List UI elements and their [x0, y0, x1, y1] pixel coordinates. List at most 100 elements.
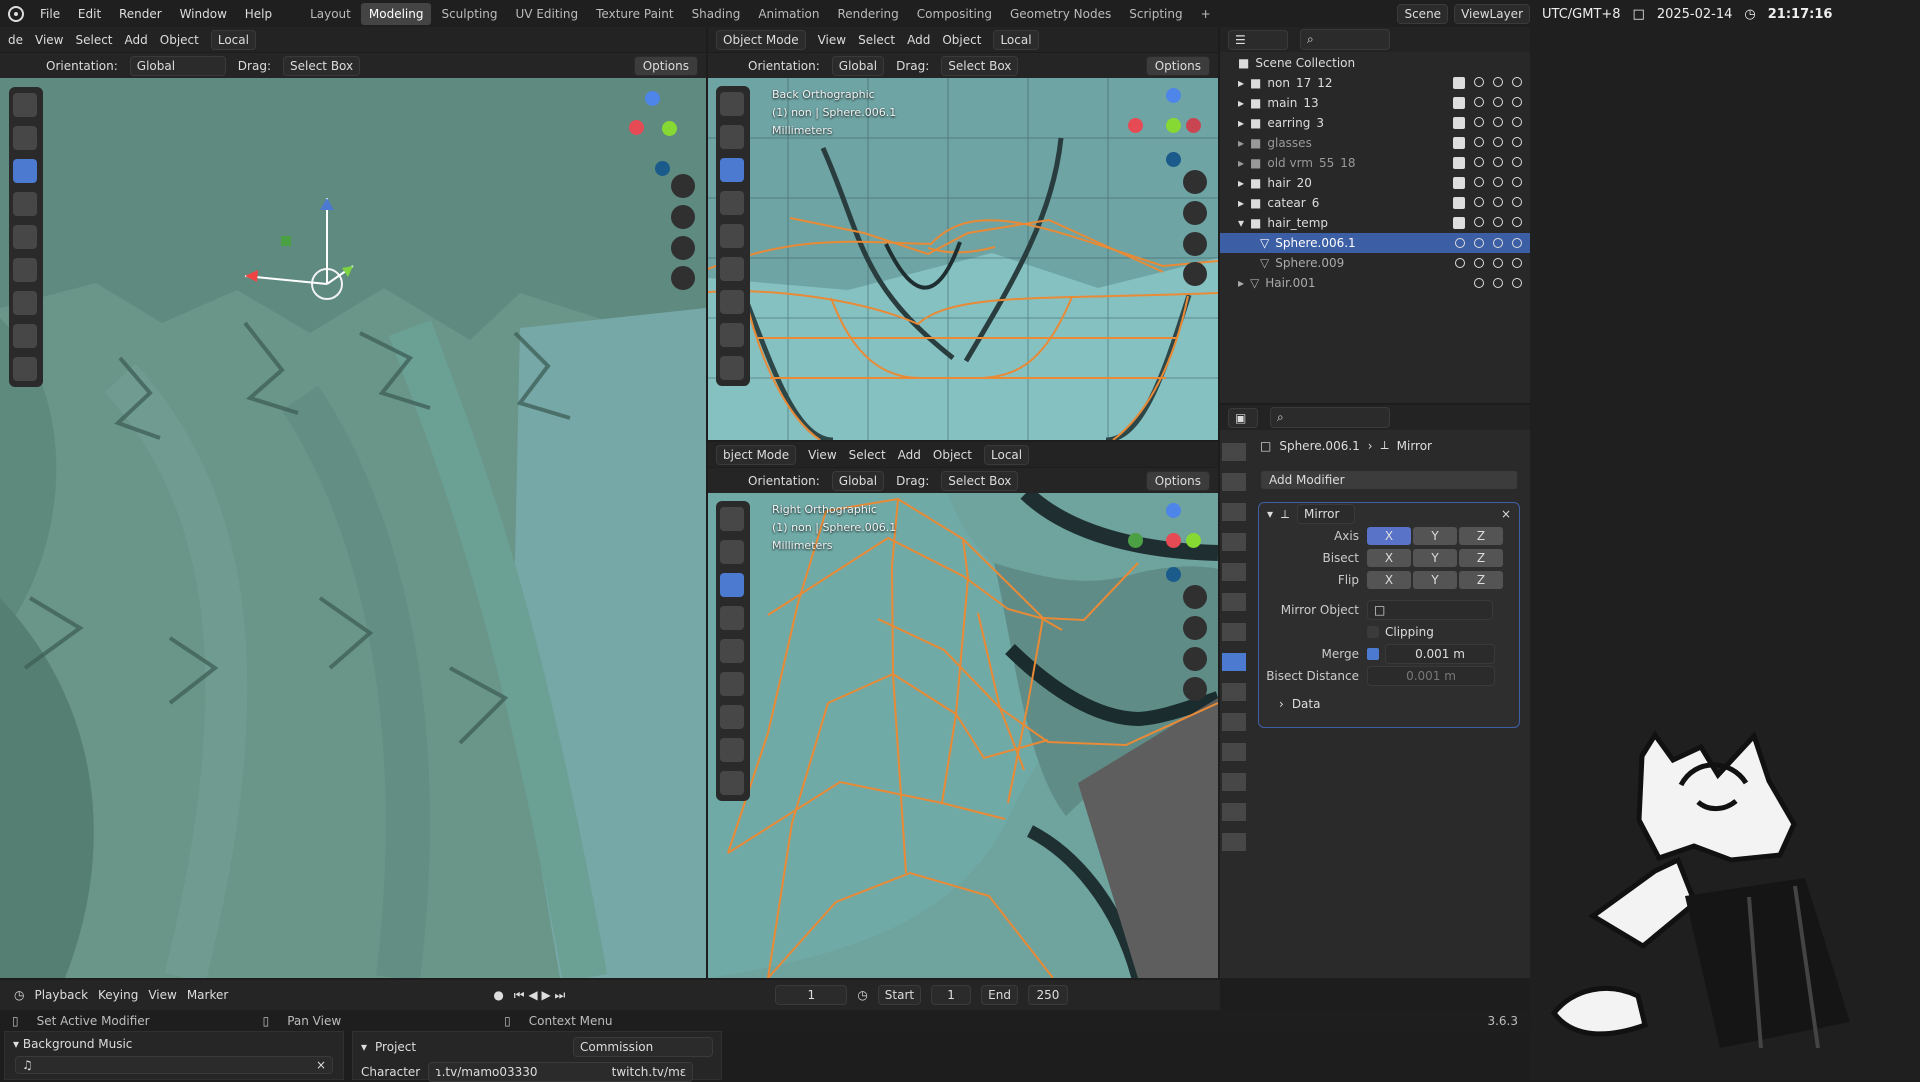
eye-icon[interactable]: [1493, 117, 1503, 127]
pointer-icon[interactable]: [1474, 157, 1484, 167]
options-button[interactable]: Options: [633, 55, 698, 76]
right-add-cube-tool-icon[interactable]: [720, 771, 744, 795]
data-tab-icon[interactable]: [1222, 773, 1246, 791]
bottom-right-orientation-dropdown[interactable]: Global: [831, 470, 885, 491]
right-x-axis-dot[interactable]: [1166, 533, 1181, 548]
axis-z-toggle[interactable]: Z: [1459, 527, 1503, 545]
outliner-row-non[interactable]: ▸ ■ non 17 12: [1220, 73, 1530, 93]
tab-geometry-nodes[interactable]: Geometry Nodes: [1002, 3, 1119, 25]
eye-icon[interactable]: [1493, 157, 1503, 167]
measure-tool-icon[interactable]: [13, 324, 37, 348]
marker-menu[interactable]: Marker: [187, 988, 228, 1002]
right-y-axis-dot[interactable]: [1186, 533, 1201, 548]
right-ortho-gizmo[interactable]: [1128, 503, 1201, 582]
right-camera-icon[interactable]: [1183, 647, 1207, 671]
bottom-right-object-menu[interactable]: Object: [933, 448, 972, 462]
top-right-orientation-dropdown[interactable]: Global: [831, 55, 885, 76]
view-layer-tab-icon[interactable]: [1222, 533, 1246, 551]
pointer-icon[interactable]: [1474, 97, 1484, 107]
constraints-tab-icon[interactable]: [1222, 743, 1246, 761]
drag-dropdown[interactable]: Select Box: [282, 55, 361, 76]
camera-icon[interactable]: [1512, 137, 1522, 147]
bottom-right-view-menu[interactable]: View: [808, 448, 836, 462]
data-subpanel[interactable]: › Data: [1259, 693, 1519, 715]
left-3d-viewport[interactable]: [0, 78, 706, 978]
eye-icon[interactable]: [1493, 217, 1503, 227]
top-right-add-menu[interactable]: Add: [907, 33, 930, 47]
right-grid-icon[interactable]: [1183, 677, 1207, 701]
particles-tab-icon[interactable]: [1222, 683, 1246, 701]
back-zoom-icon[interactable]: [1183, 170, 1207, 194]
collection-tab-icon[interactable]: [1222, 623, 1246, 641]
pointer-icon[interactable]: [1474, 258, 1484, 268]
end-frame-field[interactable]: 250: [1027, 985, 1068, 1005]
back-x-axis-dot[interactable]: [1128, 118, 1143, 133]
bottom-right-local-dropdown[interactable]: Local: [984, 444, 1030, 465]
checkbox-icon[interactable]: [1453, 177, 1465, 189]
y-axis-dot[interactable]: [662, 121, 677, 136]
keying-menu[interactable]: Keying: [98, 988, 138, 1002]
camera-icon[interactable]: [1512, 77, 1522, 87]
cursor-tool-icon[interactable]: [13, 126, 37, 150]
timeline-view-menu[interactable]: View: [148, 988, 176, 1002]
merge-checkbox[interactable]: [1367, 648, 1379, 660]
merge-distance-field[interactable]: 0.001 m: [1385, 644, 1495, 664]
x-axis-dot[interactable]: [629, 120, 644, 135]
flip-x-toggle[interactable]: X: [1367, 571, 1411, 589]
outliner-row-sphere-006-1[interactable]: ▽ Sphere.006.1: [1220, 233, 1530, 253]
top-right-select-menu[interactable]: Select: [858, 33, 895, 47]
back-grid-icon[interactable]: [1183, 262, 1207, 286]
back-orthographic-viewport[interactable]: Back Orthographic (1) non | Sphere.006.1…: [708, 78, 1218, 440]
bottom-right-options-button[interactable]: Options: [1145, 470, 1210, 491]
left-mode-menu[interactable]: de: [8, 33, 23, 47]
camera-icon[interactable]: [1512, 197, 1522, 207]
view-layer-field[interactable]: ViewLayer: [1454, 3, 1530, 24]
flip-z-toggle[interactable]: Z: [1459, 571, 1503, 589]
bisect-z-toggle[interactable]: Z: [1459, 549, 1503, 567]
eye-icon[interactable]: [1493, 97, 1503, 107]
outliner-row-hair-temp[interactable]: ▾ ■ hair_temp: [1220, 213, 1530, 233]
outliner-row-main[interactable]: ▸ ■ main 13: [1220, 93, 1530, 113]
add-cube-tool-icon[interactable]: [13, 357, 37, 381]
rotate-tool-icon[interactable]: [13, 192, 37, 216]
tab-animation[interactable]: Animation: [750, 3, 827, 25]
select-tool-icon[interactable]: [13, 93, 37, 117]
checkbox-icon[interactable]: [1453, 197, 1465, 209]
back-annotate-tool-icon[interactable]: [720, 290, 744, 314]
back-cursor-tool-icon[interactable]: [720, 125, 744, 149]
modifier-tab-icon[interactable]: [1222, 653, 1246, 671]
right-rotate-tool-icon[interactable]: [720, 606, 744, 630]
tab-layout[interactable]: Layout: [302, 3, 359, 25]
clipping-checkbox[interactable]: [1367, 626, 1379, 638]
back-measure-tool-icon[interactable]: [720, 323, 744, 347]
checkbox-icon[interactable]: [1453, 217, 1465, 229]
clear-music-icon[interactable]: ×: [316, 1058, 326, 1072]
material-tab-icon[interactable]: [1222, 803, 1246, 821]
back-hand-icon[interactable]: [1183, 201, 1207, 225]
camera-icon[interactable]: [1512, 217, 1522, 227]
blender-logo-icon[interactable]: [8, 5, 24, 22]
back-rotate-tool-icon[interactable]: [720, 191, 744, 215]
pointer-icon[interactable]: [1474, 77, 1484, 87]
right-hand-icon[interactable]: [1183, 616, 1207, 640]
wrench-icon[interactable]: [1455, 238, 1465, 248]
right-negative-z-axis-dot[interactable]: [1166, 567, 1181, 582]
checkbox-icon[interactable]: [1453, 117, 1465, 129]
axis-y-toggle[interactable]: Y: [1413, 527, 1457, 545]
top-right-local-dropdown[interactable]: Local: [993, 29, 1039, 50]
eye-icon[interactable]: [1493, 197, 1503, 207]
texture-tab-icon[interactable]: [1222, 833, 1246, 851]
back-add-cube-tool-icon[interactable]: [720, 356, 744, 380]
scene-field[interactable]: Scene: [1397, 3, 1449, 24]
music-field[interactable]: ♫ ×: [15, 1056, 333, 1074]
pointer-icon[interactable]: [1474, 278, 1484, 288]
edit-menu[interactable]: Edit: [78, 7, 101, 21]
pointer-icon[interactable]: [1474, 177, 1484, 187]
z-axis-dot[interactable]: [645, 91, 660, 106]
tab-uv-editing[interactable]: UV Editing: [508, 3, 587, 25]
top-right-options-button[interactable]: Options: [1145, 55, 1210, 76]
file-menu[interactable]: File: [40, 7, 60, 21]
zoom-icon[interactable]: [671, 174, 695, 198]
character-field[interactable]: ɿ.tv/mamo03330 twitch.tv/mε: [428, 1062, 694, 1082]
left-select-menu[interactable]: Select: [75, 33, 112, 47]
